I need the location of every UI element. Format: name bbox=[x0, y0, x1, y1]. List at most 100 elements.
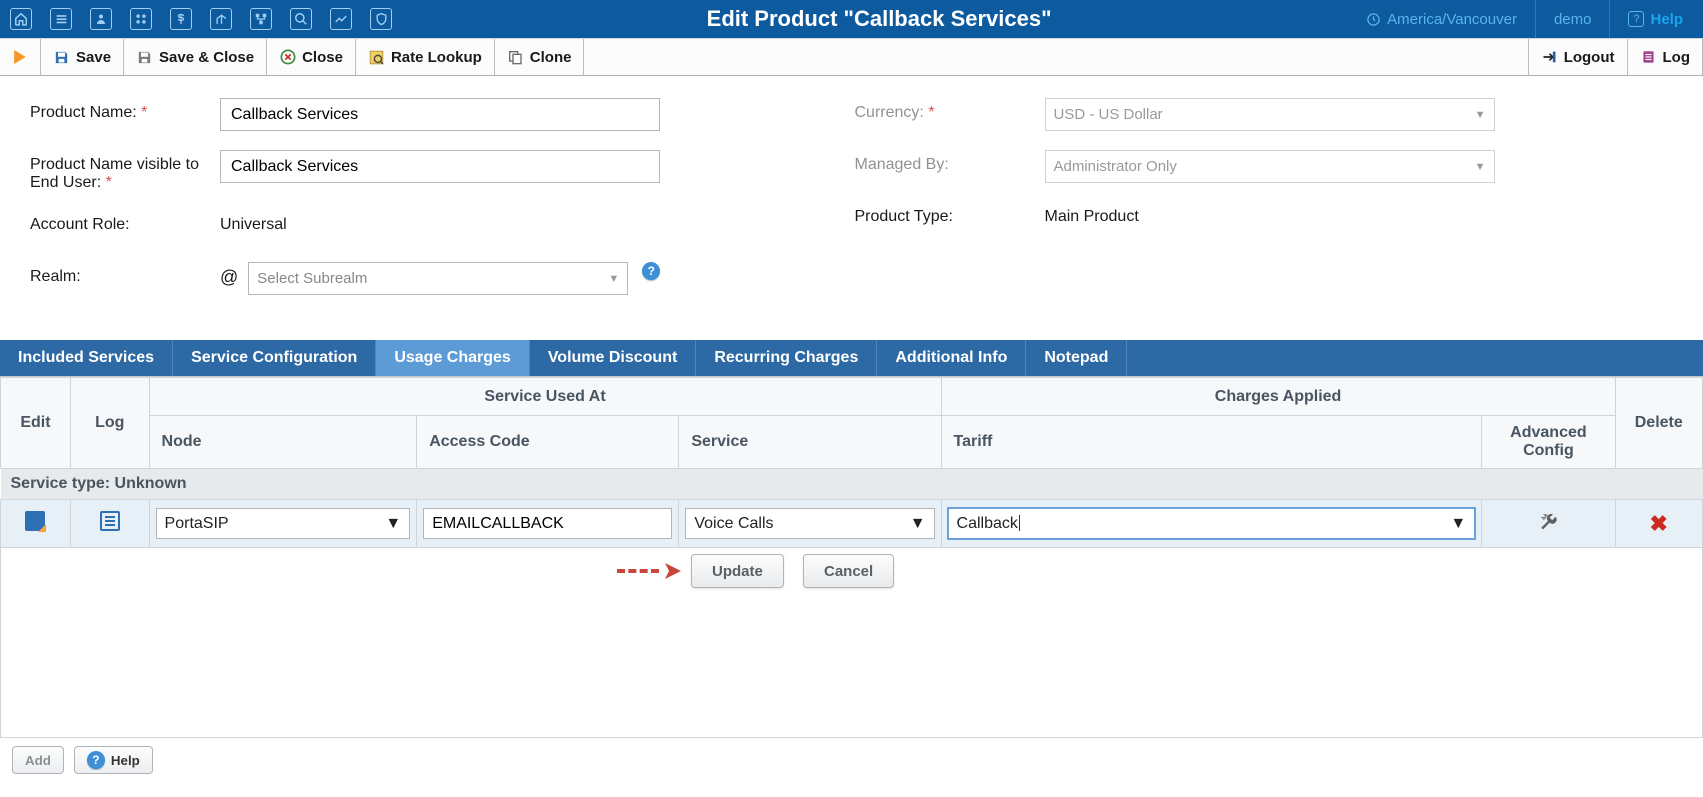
update-button[interactable]: Update bbox=[691, 554, 784, 588]
tab-usage-charges[interactable]: Usage Charges bbox=[376, 340, 530, 376]
list-icon[interactable] bbox=[50, 8, 72, 30]
close-icon bbox=[279, 49, 296, 66]
money-icon[interactable] bbox=[170, 8, 192, 30]
logout-button[interactable]: Logout bbox=[1528, 39, 1628, 75]
rate-lookup-icon bbox=[368, 49, 385, 66]
chart-icon[interactable] bbox=[330, 8, 352, 30]
realm-at-symbol: @ bbox=[220, 262, 248, 288]
currency-value: USD - US Dollar bbox=[1054, 106, 1163, 123]
tab-notepad[interactable]: Notepad bbox=[1026, 340, 1127, 376]
group-row: Service type: Unknown bbox=[1, 469, 1703, 500]
chevron-down-icon: ▼ bbox=[608, 273, 619, 285]
header-bar: Edit Product "Callback Services" America… bbox=[0, 0, 1703, 38]
save-button[interactable]: Save bbox=[41, 39, 124, 75]
col-charges-applied: Charges Applied bbox=[941, 378, 1615, 416]
help-link[interactable]: ? Help bbox=[1628, 11, 1683, 28]
col-service-used: Service Used At bbox=[149, 378, 941, 416]
routing-icon[interactable] bbox=[210, 8, 232, 30]
shield-icon[interactable] bbox=[370, 8, 392, 30]
col-delete: Delete bbox=[1615, 378, 1702, 469]
currency-label: Currency: * bbox=[855, 98, 1045, 122]
log-icon[interactable] bbox=[100, 511, 120, 531]
save-icon bbox=[53, 49, 70, 66]
add-button[interactable]: Add bbox=[12, 746, 64, 774]
tariff-select[interactable]: Callback ▼ bbox=[948, 508, 1476, 539]
save-close-label: Save & Close bbox=[159, 49, 254, 66]
tab-additional-info[interactable]: Additional Info bbox=[877, 340, 1026, 376]
log-icon bbox=[1640, 49, 1657, 66]
node-select[interactable]: PortaSIP ▼ bbox=[156, 508, 411, 539]
form-left-col: Product Name: * Product Name visible to … bbox=[30, 98, 855, 314]
tab-included-services[interactable]: Included Services bbox=[0, 340, 173, 376]
person-icon[interactable] bbox=[90, 8, 112, 30]
realm-select[interactable]: Select Subrealm ▼ bbox=[248, 262, 628, 295]
user-link[interactable]: demo bbox=[1554, 11, 1592, 28]
managed-by-select: Administrator Only ▼ bbox=[1045, 150, 1495, 183]
product-type-label: Product Type: bbox=[855, 202, 1045, 226]
home-icon[interactable] bbox=[10, 8, 32, 30]
usage-grid: Edit Log Service Used At Charges Applied… bbox=[0, 376, 1703, 738]
close-label: Close bbox=[302, 49, 343, 66]
tab-recurring-charges[interactable]: Recurring Charges bbox=[696, 340, 877, 376]
play-icon[interactable] bbox=[0, 39, 41, 75]
arrow-indicator bbox=[617, 563, 681, 579]
divider bbox=[1609, 0, 1610, 38]
account-role-label: Account Role: bbox=[30, 210, 220, 234]
help-icon: ? bbox=[1628, 11, 1644, 27]
log-label: Log bbox=[1663, 49, 1691, 66]
tab-volume-discount[interactable]: Volume Discount bbox=[530, 340, 697, 376]
help-button[interactable]: ? Help bbox=[74, 746, 153, 774]
footer: Add ? Help bbox=[0, 738, 1703, 782]
save-label: Save bbox=[76, 49, 111, 66]
timezone-link[interactable]: America/Vancouver bbox=[1366, 11, 1517, 28]
save-close-icon bbox=[136, 49, 153, 66]
product-name-eu-input[interactable] bbox=[220, 150, 660, 183]
clone-icon bbox=[507, 49, 524, 66]
timezone-label: America/Vancouver bbox=[1387, 11, 1517, 28]
clone-label: Clone bbox=[530, 49, 572, 66]
product-type-value: Main Product bbox=[1045, 202, 1139, 226]
chevron-down-icon: ▼ bbox=[385, 515, 401, 533]
clone-button[interactable]: Clone bbox=[495, 39, 585, 75]
cancel-button[interactable]: Cancel bbox=[803, 554, 894, 588]
rate-lookup-label: Rate Lookup bbox=[391, 49, 482, 66]
help-icon: ? bbox=[87, 751, 105, 769]
col-service: Service bbox=[679, 416, 941, 469]
help-icon[interactable]: ? bbox=[642, 262, 660, 280]
account-role-value: Universal bbox=[220, 210, 287, 234]
toolbar: Save Save & Close Close Rate Lookup Clon… bbox=[0, 38, 1703, 76]
chevron-down-icon: ▼ bbox=[1475, 109, 1486, 121]
service-select[interactable]: Voice Calls ▼ bbox=[685, 508, 934, 539]
realm-label: Realm: bbox=[30, 262, 220, 286]
search-icon[interactable] bbox=[290, 8, 312, 30]
page-title: Edit Product "Callback Services" bbox=[392, 6, 1366, 32]
wrench-icon[interactable] bbox=[1538, 515, 1558, 535]
node-value: PortaSIP bbox=[165, 515, 229, 533]
product-name-label: Product Name: * bbox=[30, 98, 220, 122]
product-name-input[interactable] bbox=[220, 98, 660, 131]
col-log: Log bbox=[70, 378, 149, 469]
col-advanced: Advanced Config bbox=[1482, 416, 1615, 469]
access-code-input[interactable] bbox=[423, 508, 672, 539]
divider bbox=[1535, 0, 1536, 38]
service-value: Voice Calls bbox=[694, 515, 773, 533]
edit-icon[interactable] bbox=[25, 511, 45, 531]
product-name-eu-label: Product Name visible to End User: * bbox=[30, 150, 220, 192]
network-icon[interactable] bbox=[250, 8, 272, 30]
form-right-col: Currency: * USD - US Dollar ▼ Managed By… bbox=[855, 98, 1680, 314]
header-icon-group bbox=[0, 8, 392, 30]
currency-select: USD - US Dollar ▼ bbox=[1045, 98, 1495, 131]
rate-lookup-button[interactable]: Rate Lookup bbox=[356, 39, 495, 75]
logout-icon bbox=[1541, 49, 1558, 66]
save-close-button[interactable]: Save & Close bbox=[124, 39, 267, 75]
chevron-down-icon: ▼ bbox=[910, 515, 926, 533]
close-button[interactable]: Close bbox=[267, 39, 356, 75]
tariff-value: Callback bbox=[957, 515, 1020, 533]
delete-icon[interactable]: ✖ bbox=[1650, 511, 1668, 536]
col-edit: Edit bbox=[1, 378, 71, 469]
table-row: PortaSIP ▼ Voice Calls ▼ Callback ▼ bbox=[1, 500, 1703, 548]
chevron-down-icon: ▼ bbox=[1475, 161, 1486, 173]
tab-service-config[interactable]: Service Configuration bbox=[173, 340, 376, 376]
grid-icon[interactable] bbox=[130, 8, 152, 30]
log-button[interactable]: Log bbox=[1628, 39, 1703, 75]
